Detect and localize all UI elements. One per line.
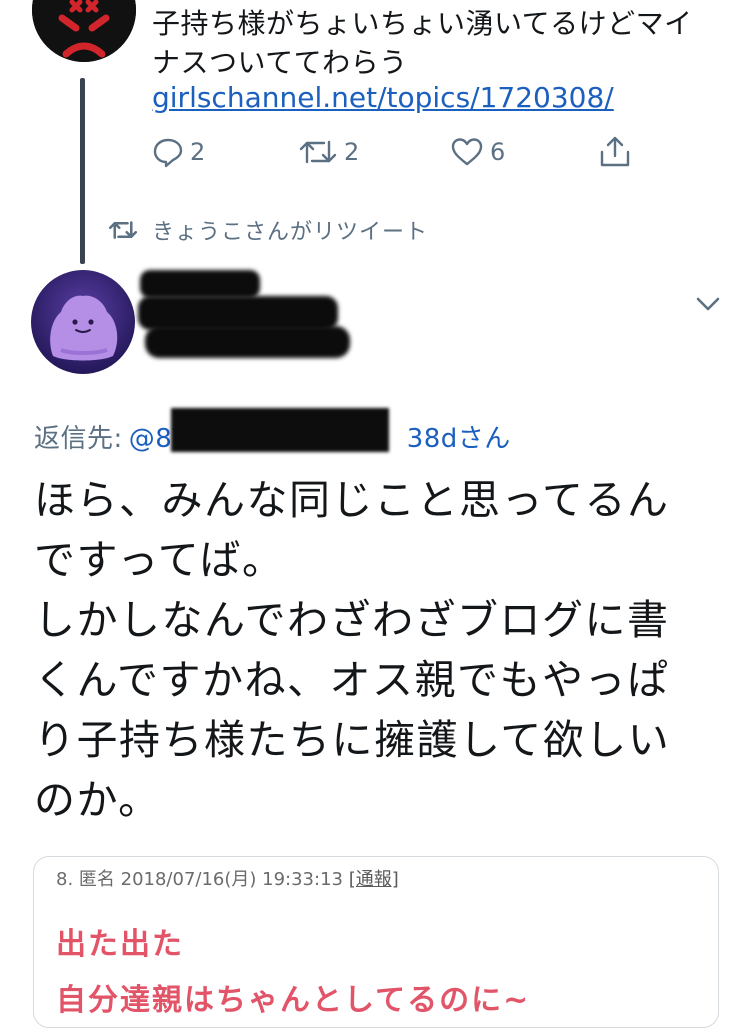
tweet-top-text: 子持ち様がちょいちょい湧いてるけどマイ ナスついててわらう: [152, 4, 727, 82]
retweet-count: 2: [344, 138, 360, 166]
retweeter-label: きょうこさんがリツイート: [152, 220, 429, 245]
tweet-body-line: くんですかね、オス親でもやっぱ: [34, 656, 670, 704]
thread-connector: [80, 78, 85, 264]
retweet-small-icon: [108, 221, 138, 239]
like-count: 6: [490, 138, 506, 166]
redacted-handle: [170, 408, 389, 452]
report-link: [通報]: [348, 869, 399, 890]
tweet-body-line: ですってば。: [34, 536, 285, 584]
retweet-header: きょうこさんがリツイート: [108, 214, 428, 246]
card-text-line: 出た出た: [56, 927, 184, 962]
reply-handle-link[interactable]: @8Y 38dさん: [129, 408, 511, 455]
reply-to: 返信先: @8Y 38dさん: [34, 408, 511, 455]
tweet-body-line: り子持ち様たちに擁護して欲しい: [34, 716, 671, 764]
redacted-handle: [145, 326, 350, 358]
tweet-body-line: しかしなんでわざわざブログに書: [34, 596, 670, 644]
ditto-avatar[interactable]: [31, 270, 135, 374]
redacted-name: [138, 296, 338, 330]
tweet-top-line: 子持ち様がちょいちょい湧いてるけどマイ: [152, 7, 693, 40]
tweet-body: ほら、みんな同じこと思ってるん ですってば。 しかしなんでわざわざブログに書 く…: [34, 470, 724, 830]
card-text-line: 自分達親はちゃんとしてるのに~: [56, 983, 531, 1018]
card-meta-text: 8. 匿名 2018/07/16(月) 19:33:13: [56, 869, 343, 890]
redacted-name: [140, 270, 260, 298]
share-icon: [600, 136, 630, 167]
tweet-body-line: ほら、みんな同じこと思ってるん: [34, 476, 670, 524]
share-button[interactable]: [598, 134, 632, 170]
tweet-body-line: のか。: [34, 776, 161, 824]
tweet-link[interactable]: girlschannel.net/topics/1720308/: [152, 80, 614, 116]
angry-face-icon: [32, 0, 136, 62]
angry-avatar[interactable]: [32, 0, 136, 62]
attached-image-card[interactable]: 8. 匿名 2018/07/16(月) 19:33:13 [通報] 出た出た 自…: [33, 856, 719, 1028]
card-meta: 8. 匿名 2018/07/16(月) 19:33:13 [通報]: [56, 865, 399, 891]
retweet-icon: [299, 140, 337, 164]
reply-handle-tail: 38dさん: [406, 424, 511, 454]
reply-count: 2: [190, 138, 206, 166]
retweet-button[interactable]: 2: [298, 134, 359, 170]
chevron-down-icon: [696, 297, 720, 311]
heart-icon: [451, 138, 483, 166]
reply-icon: [153, 138, 183, 168]
like-button[interactable]: 6: [450, 134, 505, 170]
tweet-menu-button[interactable]: [694, 290, 722, 322]
ditto-icon: [31, 270, 135, 374]
reply-button[interactable]: 2: [152, 134, 205, 170]
tweet-top-line: ナスついててわらう: [152, 46, 408, 79]
reply-prefix: 返信先:: [34, 424, 123, 454]
